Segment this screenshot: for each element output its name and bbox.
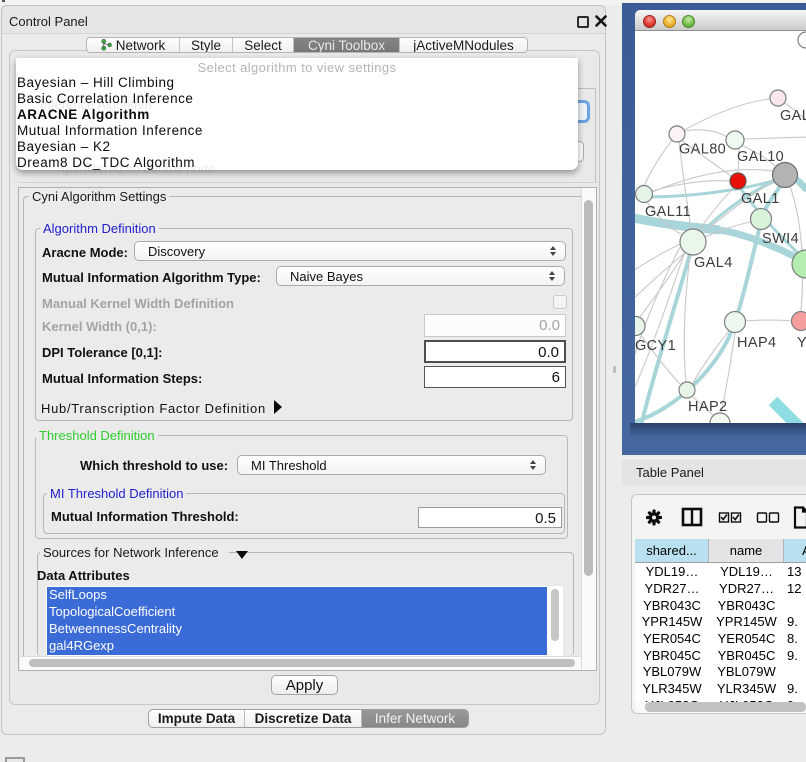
svg-text:GAL11: GAL11 — [645, 204, 691, 220]
svg-text:GAL1: GAL1 — [741, 191, 780, 207]
svg-text:Y: Y — [797, 335, 806, 351]
svg-text:HAP4: HAP4 — [737, 335, 776, 351]
svg-text:GAL10: GAL10 — [737, 149, 784, 165]
svg-text:GAL80: GAL80 — [679, 142, 726, 158]
svg-text:GAL4: GAL4 — [694, 255, 733, 271]
svg-text:HAP2: HAP2 — [688, 399, 727, 415]
svg-text:GAL4: GAL4 — [780, 108, 806, 124]
svg-text:SWI4: SWI4 — [762, 231, 799, 247]
svg-text:GCY1: GCY1 — [635, 338, 676, 354]
